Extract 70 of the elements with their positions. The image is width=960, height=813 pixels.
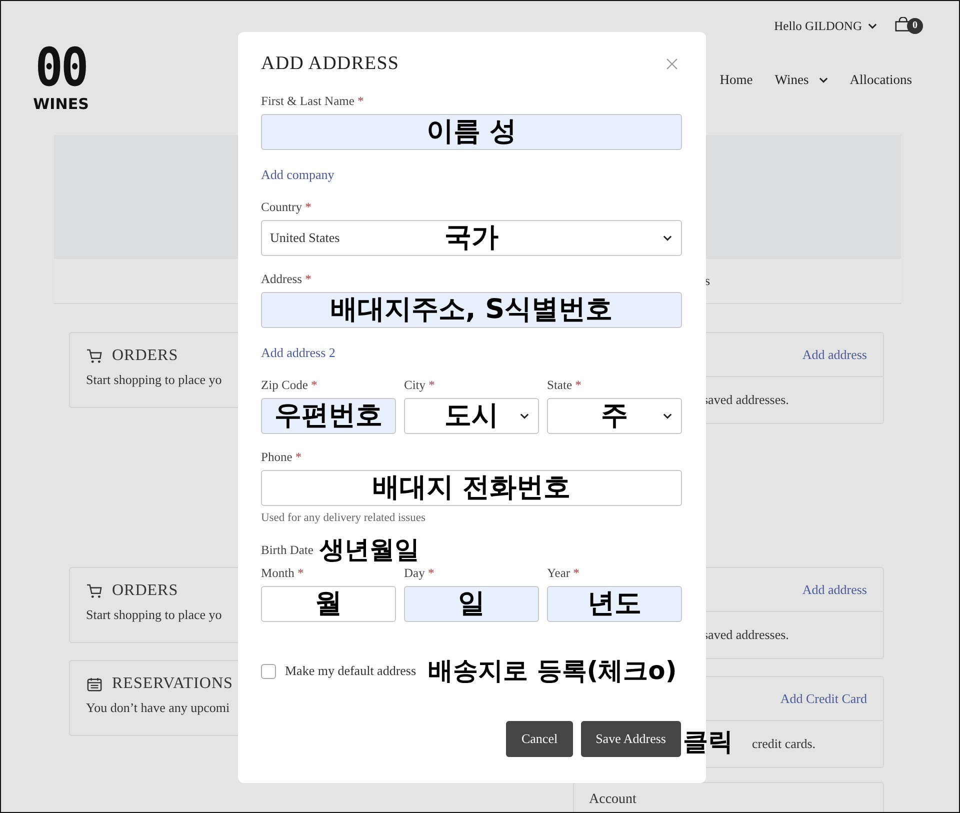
annotation-text: 배대지주소, S식별번호 (330, 294, 613, 326)
add-link[interactable]: Add address 2 (261, 345, 336, 360)
annotation-text: 년도 (588, 588, 642, 620)
annotation-text: 일 (458, 588, 485, 620)
add-link[interactable]: Add company (261, 167, 334, 182)
input-field[interactable]: 배대지주소, S식별번호 (261, 292, 682, 328)
field-label: Zip Code * (261, 377, 318, 394)
card-text: You don’t have any upcomi (86, 700, 230, 716)
field-value: United States (270, 230, 340, 246)
input-field[interactable]: 년도 (547, 586, 682, 622)
card-action-link[interactable]: Add address (802, 582, 867, 598)
chevron-icon (663, 235, 672, 241)
field-label: State * (547, 377, 582, 394)
field-label: Day * (404, 565, 436, 582)
annotation-text: 이름 성 (426, 116, 517, 148)
annotation-text: 도시 (444, 400, 498, 432)
cancel-button[interactable]: Cancel (506, 721, 573, 757)
annotation-text: 배송지로 등록(체크o) (428, 655, 677, 687)
field-label: City * (404, 377, 436, 394)
card-action-link[interactable]: Add address (802, 346, 867, 362)
cart-icon (86, 584, 103, 598)
help-text: Used for any delivery related issues (261, 511, 426, 526)
cart-button[interactable]: 0 (895, 17, 925, 35)
save-button[interactable]: Save Address (580, 721, 681, 757)
annotation-text: 생년월일 (319, 534, 420, 566)
input-field[interactable]: 배대지 전화번호 (261, 470, 682, 506)
nav-link[interactable]: Allocations (850, 72, 912, 88)
select-field[interactable]: 도시 (404, 398, 539, 434)
annotation-text: 클릭 (683, 726, 733, 758)
checkbox-label[interactable]: Make my default address (285, 663, 416, 679)
card-text: Start shopping to place yo (86, 372, 222, 388)
field-label: Address * (261, 271, 312, 288)
chevron-icon (868, 23, 877, 29)
card-text: credit cards. (752, 736, 816, 752)
nav-link[interactable]: Wines (774, 72, 828, 88)
card-title: ORDERS (112, 582, 178, 600)
annotation-text: 월 (315, 588, 342, 620)
logo-text: WINES (33, 95, 89, 113)
close-icon[interactable] (666, 58, 678, 70)
cart-icon (86, 348, 103, 364)
card-action-link[interactable]: Add Credit Card (780, 690, 867, 706)
user-menu[interactable]: Hello GILDONG (774, 18, 877, 34)
select-field[interactable]: 주 (547, 398, 682, 434)
input-field[interactable]: 이름 성 (261, 114, 682, 150)
input-field[interactable]: 월 (261, 586, 396, 622)
field-label: First & Last Name * (261, 93, 365, 110)
select-field[interactable]: United States 국가 (261, 220, 682, 256)
input-field[interactable]: 우편번호 (261, 398, 396, 434)
field-label: Country * (261, 199, 312, 216)
field-label: Year * (547, 565, 580, 582)
input-field[interactable]: 일 (404, 586, 539, 622)
annotation-text: 주 (601, 400, 628, 432)
cart-count-badge: 0 (907, 18, 923, 34)
annotation-text: 우편번호 (274, 400, 382, 432)
field-label: Phone * (261, 449, 303, 466)
logo-text: 00 (35, 39, 87, 95)
chevron-icon (520, 413, 529, 419)
card-title: ORDERS (112, 347, 178, 365)
dialog-title: ADD ADDRESS (261, 53, 400, 75)
section-label: Birth Date (261, 542, 314, 558)
chevron-icon (663, 413, 672, 419)
annotation-text: 배대지 전화번호 (372, 472, 571, 504)
field-label: Month * (261, 565, 305, 582)
annotation-text: 국가 (444, 222, 498, 254)
card-title: RESERVATIONS (112, 675, 233, 693)
calendar-icon (86, 676, 103, 692)
checkbox[interactable] (261, 664, 276, 678)
nav-link[interactable]: Home (720, 72, 753, 88)
card-text: Start shopping to place yo (86, 607, 222, 623)
card-title: Account (589, 792, 636, 807)
